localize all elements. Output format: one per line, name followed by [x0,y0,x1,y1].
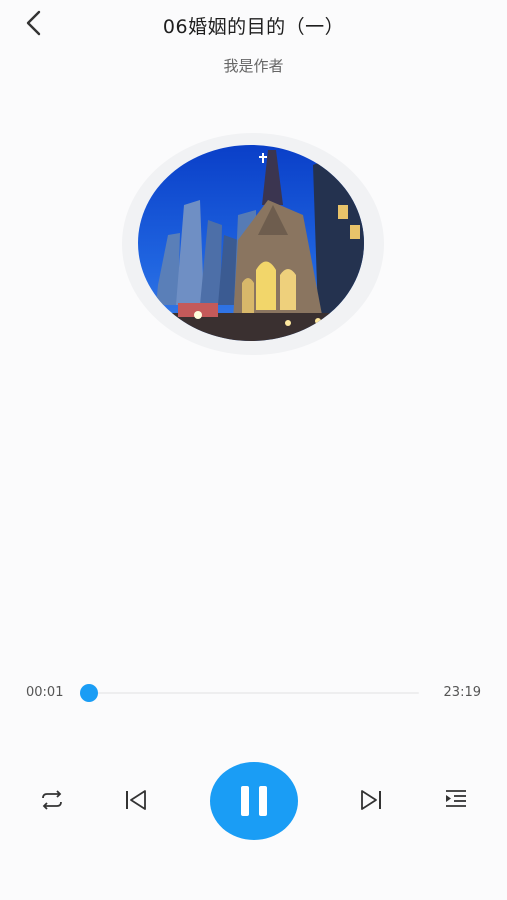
play-pause-button[interactable] [210,762,298,840]
skip-next-icon [361,790,381,810]
skip-previous-icon [126,790,146,810]
track-author: 我是作者 [223,57,284,75]
repeat-icon [42,790,62,810]
previous-button[interactable] [120,787,152,813]
progress-row: 00:01 23:19 [0,680,507,706]
next-button[interactable] [355,787,387,813]
playlist-icon [446,790,466,807]
progress-track[interactable] [88,692,419,694]
repeat-button[interactable] [36,787,68,813]
track-title: 06婚姻的目的（一） [162,16,345,38]
album-cover [138,145,364,341]
progress-thumb[interactable] [80,684,98,702]
current-time: 00:01 [26,685,64,700]
playlist-button[interactable] [440,787,472,813]
player-controls [0,760,507,840]
pause-icon [236,786,272,816]
total-time: 23:19 [443,685,481,700]
